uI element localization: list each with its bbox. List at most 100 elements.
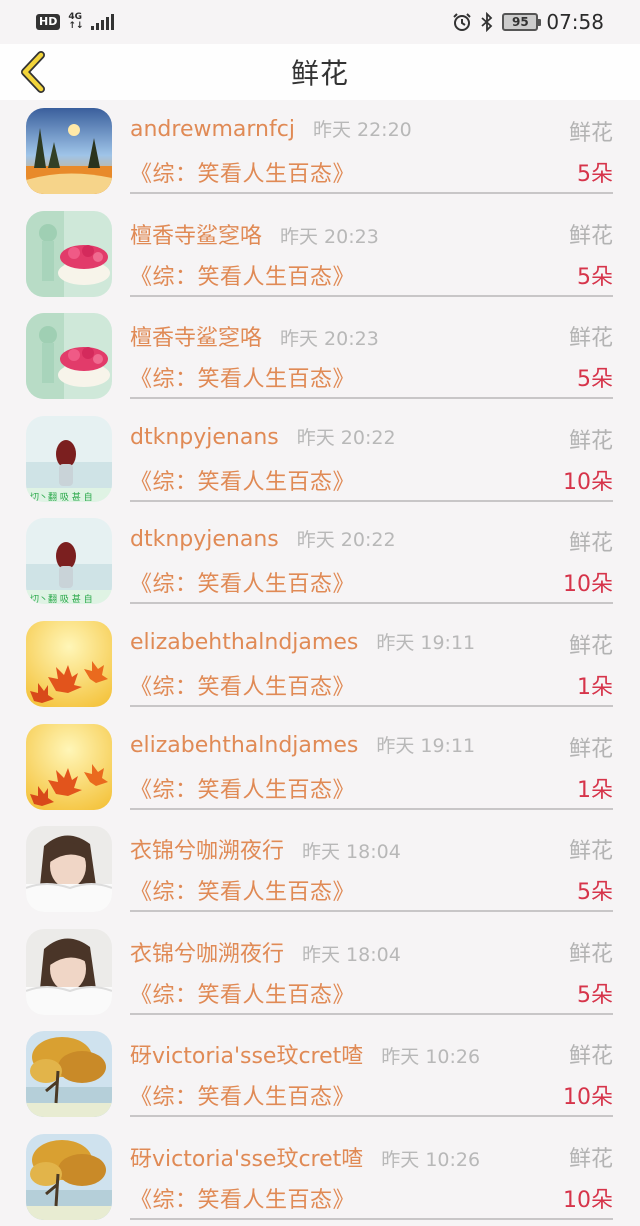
book-title-link[interactable]: 《综：笑看人生百态》 xyxy=(130,1188,355,1213)
list-item[interactable]: elizabehthalndjames 昨天 19:11 鲜花 《综：笑看人生百… xyxy=(0,613,640,716)
hd-badge: HD xyxy=(36,14,61,30)
avatar[interactable] xyxy=(26,826,112,913)
username[interactable]: dtknpyjenans xyxy=(130,527,279,552)
gift-type-label: 鲜花 xyxy=(568,839,613,865)
book-title-link[interactable]: 《综：笑看人生百态》 xyxy=(130,880,355,905)
list-item-header: 衣锦兮咖溯夜行 昨天 18:04 鲜花 xyxy=(130,833,613,867)
timestamp: 昨天 20:23 xyxy=(280,225,379,248)
list-item-body: elizabehthalndjames 昨天 19:11 鲜花 《综：笑看人生百… xyxy=(130,613,613,707)
book-title-link[interactable]: 《综：笑看人生百态》 xyxy=(130,778,355,803)
back-button[interactable] xyxy=(14,50,54,94)
timestamp: 昨天 18:04 xyxy=(302,943,401,966)
avatar[interactable] xyxy=(26,1133,112,1220)
username[interactable]: dtknpyjenans xyxy=(130,425,279,450)
username[interactable]: elizabehthalndjames xyxy=(130,733,358,758)
list-item[interactable]: 切丶翻 吸 甚 自 dtknpyjenans 昨天 20:22 鲜花 《综：笑看… xyxy=(0,408,640,511)
girl-portrait-avatar-image xyxy=(26,826,112,913)
book-title-link[interactable]: 《综：笑看人生百态》 xyxy=(130,675,355,700)
gift-type-label: 鲜花 xyxy=(568,1044,613,1070)
username[interactable]: 衣锦兮咖溯夜行 xyxy=(130,936,284,968)
book-title-link[interactable]: 《综：笑看人生百态》 xyxy=(130,983,355,1008)
list-item[interactable]: 切丶翻 吸 甚 自 dtknpyjenans 昨天 20:22 鲜花 《综：笑看… xyxy=(0,510,640,613)
gift-type-label: 鲜花 xyxy=(568,736,613,762)
timestamp: 昨天 20:22 xyxy=(296,426,396,449)
list-item-header: dtknpyjenans 昨天 20:22 鲜花 xyxy=(130,525,613,559)
book-title-link[interactable]: 《综：笑看人生百态》 xyxy=(130,367,355,392)
gift-type-label: 鲜花 xyxy=(568,326,613,352)
avatar[interactable] xyxy=(26,108,112,194)
status-bar: HD 4G ↑↓ 95 07:58 xyxy=(0,0,640,44)
avatar[interactable]: 切丶翻 吸 甚 自 xyxy=(26,518,112,605)
gift-type-label: 鲜花 xyxy=(568,428,613,454)
list-item-detail: 《综：笑看人生百态》 10朵 xyxy=(130,566,613,600)
list-item-detail: 《综：笑看人生百态》 1朵 xyxy=(130,772,613,806)
bluetooth-icon xyxy=(481,12,493,32)
maple-leaves-avatar-image xyxy=(26,620,112,707)
flower-amount: 5朵 xyxy=(577,264,613,290)
list-item-header: 檀香寺鲨窆咯 昨天 20:23 鲜花 xyxy=(130,320,613,354)
list-item[interactable]: 檀香寺鲨窆咯 昨天 20:23 鲜花 《综：笑看人生百态》 5朵 xyxy=(0,305,640,408)
battery-icon: 95 xyxy=(502,13,542,31)
username[interactable]: andrewmarnfcj xyxy=(130,117,295,142)
status-left: HD 4G ↑↓ xyxy=(36,13,115,31)
username[interactable]: 砑victoria'sse玟cret喳 xyxy=(130,1141,363,1173)
list-item-body: 衣锦兮咖溯夜行 昨天 18:04 鲜花 《综：笑看人生百态》 5朵 xyxy=(130,818,613,913)
flower-amount: 5朵 xyxy=(577,367,613,393)
book-title-link[interactable]: 《综：笑看人生百态》 xyxy=(130,265,355,290)
username[interactable]: 檀香寺鲨窆咯 xyxy=(130,320,262,352)
flower-record-list: andrewmarnfcj 昨天 22:20 鲜花 《综：笑看人生百态》 5朵 … xyxy=(0,100,640,1226)
list-item-header: andrewmarnfcj 昨天 22:20 鲜花 xyxy=(130,115,613,149)
flower-bowl-avatar-image xyxy=(26,210,112,297)
avatar[interactable] xyxy=(26,313,112,400)
avatar[interactable] xyxy=(26,928,112,1015)
timestamp: 昨天 19:11 xyxy=(376,734,476,757)
avatar[interactable] xyxy=(26,620,112,707)
flower-amount: 5朵 xyxy=(577,880,613,906)
gift-type-label: 鲜花 xyxy=(568,941,613,967)
avatar[interactable] xyxy=(26,210,112,297)
username[interactable]: elizabehthalndjames xyxy=(130,630,358,655)
page-title: 鲜花 xyxy=(290,57,349,90)
list-item-detail: 《综：笑看人生百态》 10朵 xyxy=(130,464,613,498)
avatar[interactable] xyxy=(26,1031,112,1118)
list-item[interactable]: 衣锦兮咖溯夜行 昨天 18:04 鲜花 《综：笑看人生百态》 5朵 xyxy=(0,921,640,1024)
list-item-detail: 《综：笑看人生百态》 5朵 xyxy=(130,874,613,908)
avatar[interactable] xyxy=(26,723,112,810)
timestamp: 昨天 10:26 xyxy=(381,1046,481,1069)
sunset-landscape-avatar-image xyxy=(26,108,112,194)
avatar[interactable]: 切丶翻 吸 甚 自 xyxy=(26,415,112,502)
book-title-link[interactable]: 《综：笑看人生百态》 xyxy=(130,470,355,495)
flower-amount: 10朵 xyxy=(563,469,613,495)
signal-icon xyxy=(91,14,115,30)
list-item-body: 檀香寺鲨窆咯 昨天 20:23 鲜花 《综：笑看人生百态》 5朵 xyxy=(130,305,613,400)
list-item[interactable]: 衣锦兮咖溯夜行 昨天 18:04 鲜花 《综：笑看人生百态》 5朵 xyxy=(0,818,640,921)
book-title-link[interactable]: 《综：笑看人生百态》 xyxy=(130,162,355,187)
list-item-header: 砑victoria'sse玟cret喳 昨天 10:26 鲜花 xyxy=(130,1141,613,1175)
timestamp: 昨天 19:11 xyxy=(376,631,476,654)
svg-text:切丶翻 吸 甚 自: 切丶翻 吸 甚 自 xyxy=(30,593,93,604)
book-title-link[interactable]: 《综：笑看人生百态》 xyxy=(130,572,355,597)
timestamp: 昨天 20:23 xyxy=(280,328,379,351)
flower-bowl-avatar-image xyxy=(26,313,112,400)
username[interactable]: 衣锦兮咖溯夜行 xyxy=(130,833,284,865)
list-item[interactable]: 檀香寺鲨窆咯 昨天 20:23 鲜花 《综：笑看人生百态》 5朵 xyxy=(0,203,640,306)
autumn-tree-avatar-image xyxy=(26,1031,112,1118)
username[interactable]: 砑victoria'sse玟cret喳 xyxy=(130,1038,363,1070)
list-item-header: 檀香寺鲨窆咯 昨天 20:23 鲜花 xyxy=(130,218,613,252)
username[interactable]: 檀香寺鲨窆咯 xyxy=(130,218,262,250)
chevron-left-icon xyxy=(21,51,45,93)
list-item[interactable]: 砑victoria'sse玟cret喳 昨天 10:26 鲜花 《综：笑看人生百… xyxy=(0,1023,640,1126)
list-item-body: 衣锦兮咖溯夜行 昨天 18:04 鲜花 《综：笑看人生百态》 5朵 xyxy=(130,921,613,1015)
flower-amount: 10朵 xyxy=(563,1085,613,1111)
gift-type-label: 鲜花 xyxy=(568,223,613,249)
list-item[interactable]: 砑victoria'sse玟cret喳 昨天 10:26 鲜花 《综：笑看人生百… xyxy=(0,1126,640,1226)
autumn-tree-avatar-image xyxy=(26,1133,112,1220)
list-item-body: andrewmarnfcj 昨天 22:20 鲜花 《综：笑看人生百态》 5朵 xyxy=(130,100,613,194)
list-item[interactable]: andrewmarnfcj 昨天 22:20 鲜花 《综：笑看人生百态》 5朵 xyxy=(0,100,640,203)
list-item-header: elizabehthalndjames 昨天 19:11 鲜花 xyxy=(130,628,613,662)
list-item-body: 砑victoria'sse玟cret喳 昨天 10:26 鲜花 《综：笑看人生百… xyxy=(130,1126,613,1220)
list-item[interactable]: elizabehthalndjames 昨天 19:11 鲜花 《综：笑看人生百… xyxy=(0,716,640,819)
girl-seaside-avatar-image: 切丶翻 吸 甚 自 xyxy=(26,415,112,502)
book-title-link[interactable]: 《综：笑看人生百态》 xyxy=(130,1085,355,1110)
gift-type-label: 鲜花 xyxy=(568,1146,613,1172)
